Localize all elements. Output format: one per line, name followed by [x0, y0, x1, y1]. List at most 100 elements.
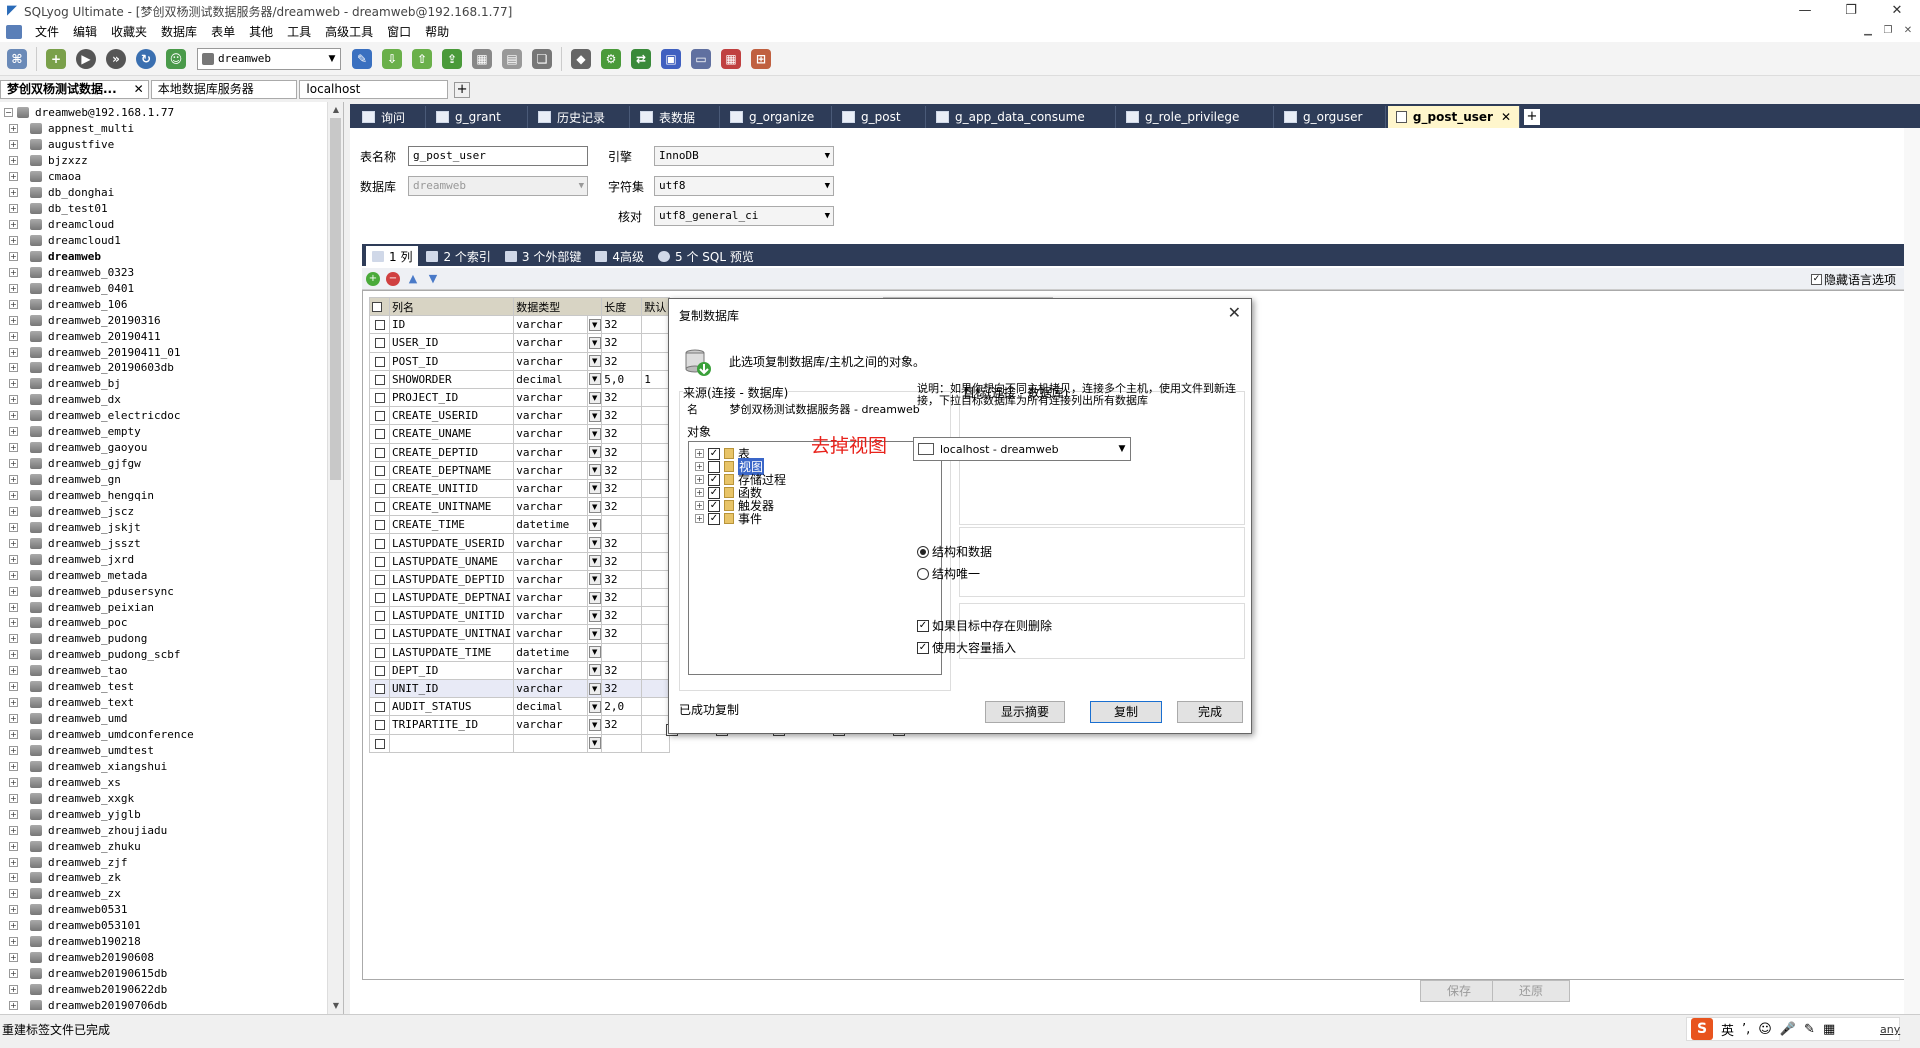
notifications-button[interactable]: ⊞ [748, 46, 774, 72]
column-name-cell[interactable]: LASTUPDATE_DEPTNAI [388, 587, 515, 608]
data-type-cell[interactable]: varchar [513, 460, 589, 480]
expand-icon[interactable]: + [9, 602, 18, 612]
tree-item-database[interactable]: + dreamweb_peixian [0, 599, 328, 615]
length-cell[interactable]: 32 [601, 315, 643, 335]
length-cell[interactable]: 32 [601, 442, 643, 462]
tab-g-post[interactable]: g_post [834, 106, 926, 128]
expand-icon[interactable]: + [9, 554, 18, 564]
length-cell[interactable]: 32 [601, 533, 643, 553]
move-up-icon[interactable]: ▲ [406, 272, 420, 286]
row-checkbox[interactable] [369, 515, 390, 535]
expand-icon[interactable]: + [9, 331, 18, 341]
tab-advanced[interactable]: 4高级 [589, 246, 650, 266]
data-type-dropdown[interactable]: ▼ [587, 533, 603, 553]
data-type-dropdown[interactable]: ▼ [587, 515, 603, 535]
data-type-cell[interactable]: varchar [513, 442, 589, 462]
tree-item-database[interactable]: + dreamweb_zhoujiadu [0, 822, 328, 838]
data-type-cell[interactable]: decimal [513, 697, 589, 717]
column-name-cell[interactable]: POST_ID [388, 351, 515, 371]
menu-powertools[interactable]: 高级工具 [318, 22, 380, 42]
tree-item-database[interactable]: + dreamweb_electricdoc [0, 408, 328, 424]
column-name-cell[interactable]: TRIPARTITE_ID [388, 715, 515, 735]
row-checkbox[interactable] [369, 333, 390, 353]
expand-icon[interactable]: + [9, 730, 18, 740]
tree-item-database[interactable]: + dreamweb_20190316 [0, 312, 328, 328]
default-cell[interactable] [641, 515, 671, 535]
tree-item-database[interactable]: + dreamweb_bj [0, 376, 328, 392]
scrollbar-thumb[interactable] [330, 118, 341, 480]
column-name-cell[interactable]: CREATE_UNITID [388, 478, 515, 499]
length-cell[interactable] [601, 515, 643, 535]
length-cell[interactable]: 32 [601, 351, 643, 371]
menu-window[interactable]: 窗口 [380, 22, 418, 42]
data-type-cell[interactable]: varchar [513, 478, 589, 499]
expand-icon[interactable]: + [9, 841, 18, 851]
tree-item-database[interactable]: + dreamweb_gjfgw [0, 456, 328, 472]
tree-item-database[interactable]: + augustfive [0, 137, 328, 153]
tree-item-database[interactable]: + dreamweb0531 [0, 902, 328, 918]
expand-icon[interactable]: + [9, 427, 18, 437]
tree-item-database[interactable]: + dreamweb_metada [0, 567, 328, 583]
tab-columns[interactable]: 1 列 [366, 246, 419, 266]
expand-icon[interactable]: + [9, 172, 18, 182]
table-row[interactable]: DEPT_ID varchar ▼ 32 [369, 660, 671, 680]
menu-favorites[interactable]: 收藏夹 [104, 22, 154, 42]
expand-icon[interactable]: + [9, 156, 18, 166]
length-cell[interactable]: 5,0 [601, 369, 643, 389]
table-row[interactable]: CREATE_UNITID varchar ▼ 32 [369, 478, 671, 499]
default-cell[interactable] [641, 351, 671, 371]
expand-icon[interactable]: + [9, 985, 18, 995]
menu-database[interactable]: 数据库 [154, 22, 204, 42]
expand-icon[interactable]: + [9, 921, 18, 931]
table-row[interactable]: CREATE_USERID varchar ▼ 32 [369, 406, 671, 426]
default-cell[interactable] [641, 551, 671, 571]
default-cell[interactable] [641, 315, 671, 335]
connection-tab-local-server[interactable]: 本地数据库服务器 [150, 80, 298, 99]
tree-item-database[interactable]: + dreamweb [0, 248, 328, 264]
connection-tab-test-server[interactable]: 梦创双杨测试数据... ✕ [0, 80, 149, 99]
tree-item-database[interactable]: + dreamweb_20190411 [0, 328, 328, 344]
data-type-dropdown[interactable]: ▼ [587, 315, 603, 335]
table-row[interactable]: LASTUPDATE_USERID varchar ▼ 32 [369, 533, 671, 553]
expand-icon[interactable]: + [9, 937, 18, 947]
data-type-cell[interactable]: varchar [513, 569, 589, 590]
table-button[interactable]: ▦ [469, 46, 495, 72]
add-tab-button[interactable]: + [1524, 109, 1540, 125]
tree-item-database[interactable]: + dreamweb20190608 [0, 950, 328, 966]
expand-icon[interactable]: + [9, 666, 18, 676]
expand-icon[interactable]: + [9, 443, 18, 453]
data-type-dropdown[interactable]: ▼ [587, 733, 603, 753]
length-cell[interactable]: 32 [601, 424, 643, 444]
sync-button[interactable]: ◆ [568, 46, 594, 72]
data-type-cell[interactable] [513, 733, 589, 753]
data-type-dropdown[interactable]: ▼ [587, 351, 603, 371]
expand-icon[interactable]: + [9, 220, 18, 230]
row-checkbox[interactable] [369, 678, 390, 699]
tab-history[interactable]: 历史记录 [530, 106, 630, 128]
tree-item-database[interactable]: + dreamweb_poc [0, 615, 328, 631]
row-checkbox[interactable] [369, 424, 390, 444]
data-type-cell[interactable]: varchar [513, 587, 589, 608]
table-row[interactable]: POST_ID varchar ▼ 32 [369, 351, 671, 371]
expand-icon[interactable]: + [9, 251, 18, 261]
default-cell[interactable] [641, 697, 671, 717]
table-row[interactable]: TRIPARTITE_ID varchar ▼ 32 [369, 715, 671, 735]
data-type-dropdown[interactable]: ▼ [587, 678, 603, 699]
ime-language-toggle[interactable]: 英 [1721, 1020, 1734, 1039]
default-cell[interactable] [641, 624, 671, 644]
data-type-dropdown[interactable]: ▼ [587, 460, 603, 480]
expand-icon[interactable]: + [9, 522, 18, 532]
revert-button[interactable]: 还原 [1492, 980, 1570, 1002]
tab-g-organize[interactable]: g_organize [722, 106, 832, 128]
tree-item-database[interactable]: + dreamweb_yjglb [0, 806, 328, 822]
schema-button[interactable]: ✎ [349, 46, 375, 72]
row-checkbox[interactable] [369, 442, 390, 462]
row-checkbox[interactable] [369, 587, 390, 608]
collapse-icon[interactable]: − [4, 108, 13, 118]
tab-g-app-data-consume[interactable]: g_app_data_consume [928, 106, 1116, 128]
length-cell[interactable] [601, 733, 643, 753]
data-type-cell[interactable]: varchar [513, 660, 589, 680]
tree-item-database[interactable]: + dreamweb_jscz [0, 503, 328, 519]
data-type-dropdown[interactable]: ▼ [587, 424, 603, 444]
column-name-cell[interactable]: SHOWORDER [388, 369, 515, 389]
